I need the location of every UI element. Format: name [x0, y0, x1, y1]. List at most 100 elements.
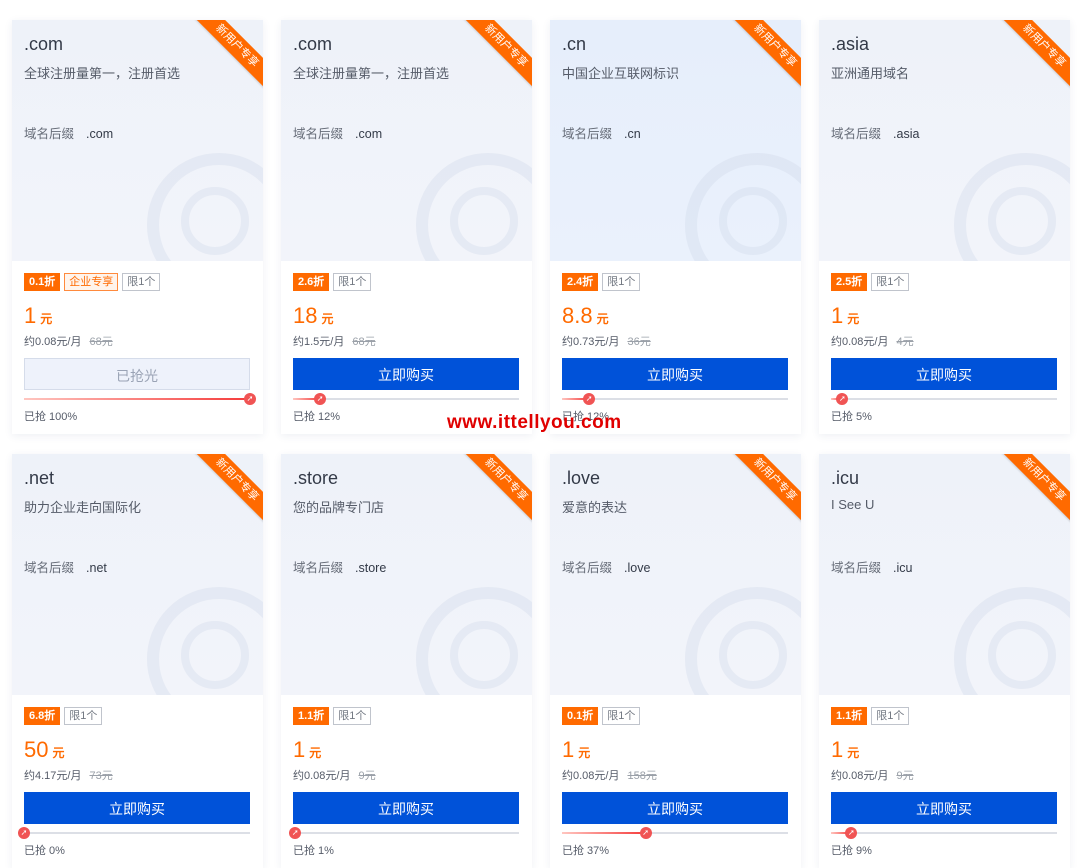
monthly-value: 约0.73元/月 — [562, 336, 620, 348]
tag-row: 6.8折 限1个 — [24, 707, 103, 725]
discount-tag: 0.1折 — [24, 273, 61, 291]
price-value: 1 — [831, 303, 844, 328]
monthly-price: 约0.08元/月 9元 — [293, 767, 376, 783]
tag-row: 1.1折 限1个 — [293, 707, 372, 725]
ribbon-label: 新用户专享 — [1001, 454, 1070, 523]
domain-description: 爱意的表达 — [562, 500, 628, 515]
domain-description: 中国企业互联网标识 — [562, 66, 680, 81]
card-header: .icu I See U 域名后缀 .icu 新用户专享 — [819, 454, 1070, 695]
original-price: 68元 — [352, 336, 376, 348]
domain-card-grid: .com 全球注册量第一，注册首选 域名后缀 .com 新用户专享 0.1折 企业专… — [12, 20, 1070, 868]
sold-progress-fill — [24, 398, 250, 400]
rocket-icon: ➚ — [583, 393, 596, 405]
domain-name: .cn — [562, 34, 587, 54]
buy-button[interactable]: 立即购买 — [24, 792, 250, 824]
suffix-value: .com — [86, 127, 114, 141]
limit-tag: 限1个 — [122, 273, 161, 291]
domain-card-icu-7: .icu I See U 域名后缀 .icu 新用户专享 1.1折 限1个 1元 约… — [819, 454, 1070, 868]
price-unit: 元 — [847, 312, 860, 326]
monthly-value: 约0.08元/月 — [831, 770, 889, 782]
suffix-value: .asia — [893, 127, 920, 141]
price: 1元 — [831, 737, 859, 763]
suffix-value: .love — [624, 561, 651, 575]
domain-description: 亚洲通用域名 — [831, 66, 910, 81]
monthly-value: 约0.08元/月 — [562, 770, 620, 782]
discount-tag: 2.5折 — [831, 273, 868, 291]
domain-description: 助力企业走向国际化 — [24, 500, 142, 515]
buy-button[interactable]: 立即购买 — [293, 358, 519, 390]
ribbon-label: 新用户专享 — [463, 20, 532, 89]
coin-watermark-icon — [685, 587, 801, 695]
limit-tag: 限1个 — [64, 707, 103, 725]
tag-row: 0.1折 企业专享 限1个 — [24, 273, 161, 291]
price-value: 1 — [831, 737, 844, 762]
discount-tag: 2.4折 — [562, 273, 599, 291]
original-price: 36元 — [627, 336, 651, 348]
limit-tag: 限1个 — [333, 273, 372, 291]
new-user-ribbon: 新用户专享 — [191, 454, 263, 526]
limit-tag: 限1个 — [602, 707, 641, 725]
price-value: 1 — [24, 303, 37, 328]
buy-button[interactable]: 立即购买 — [562, 358, 788, 390]
discount-tag: 1.1折 — [293, 707, 330, 725]
buy-button[interactable]: 立即购买 — [831, 358, 1057, 390]
price: 1元 — [562, 737, 590, 763]
monthly-price: 约1.5元/月 68元 — [293, 333, 376, 349]
domain-description: I See U — [831, 497, 875, 512]
sold-progress-bar: ➚ — [293, 393, 519, 405]
rocket-icon: ➚ — [845, 827, 858, 839]
buy-button[interactable]: 立即购买 — [293, 792, 519, 824]
sold-progress-bar: ➚ — [289, 827, 519, 839]
original-price: 158元 — [627, 770, 657, 782]
site-watermark-text: www.ittellyou.com — [447, 412, 622, 433]
monthly-price: 约0.73元/月 36元 — [562, 333, 651, 349]
original-price: 9元 — [358, 770, 376, 782]
domain-name: .store — [293, 468, 339, 488]
ribbon-label: 新用户专享 — [1001, 20, 1070, 89]
domain-suffix-row: 域名后缀 .net — [24, 557, 107, 576]
suffix-label: 域名后缀 — [562, 561, 613, 575]
price-value: 50 — [24, 737, 49, 762]
price-unit: 元 — [596, 312, 609, 326]
sold-percentage: 已抢 12% — [293, 411, 341, 423]
monthly-value: 约4.17元/月 — [24, 770, 82, 782]
new-user-ribbon: 新用户专享 — [729, 20, 801, 92]
price-value: 1 — [562, 737, 575, 762]
tag-row: 2.6折 限1个 — [293, 273, 372, 291]
tag-row: 2.4折 限1个 — [562, 273, 641, 291]
domain-card-net-4: .net 助力企业走向国际化 域名后缀 .net 新用户专享 6.8折 限1个 50… — [12, 454, 263, 868]
domain-card-com-1: .com 全球注册量第一，注册首选 域名后缀 .com 新用户专享 2.6折 限1个… — [281, 20, 532, 434]
card-header: .com 全球注册量第一，注册首选 域名后缀 .com 新用户专享 — [12, 20, 263, 261]
suffix-label: 域名后缀 — [24, 127, 75, 141]
suffix-label: 域名后缀 — [293, 561, 344, 575]
buy-button[interactable]: 立即购买 — [562, 792, 788, 824]
coin-watermark-icon — [147, 587, 263, 695]
domain-name: .net — [24, 468, 55, 488]
sold-percentage: 已抢 1% — [293, 845, 334, 857]
domain-name: .com — [293, 34, 333, 54]
price: 8.8 元 — [562, 303, 609, 329]
discount-tag: 6.8折 — [24, 707, 61, 725]
price: 1元 — [831, 303, 859, 329]
domain-suffix-row: 域名后缀 .icu — [831, 557, 912, 576]
coin-watermark-icon — [685, 153, 801, 261]
sold-percentage: 已抢 100% — [24, 411, 78, 423]
sold-progress-bar: ➚ — [562, 393, 788, 405]
buy-button[interactable]: 立即购买 — [831, 792, 1057, 824]
limit-tag: 限1个 — [602, 273, 641, 291]
domain-suffix-row: 域名后缀 .asia — [831, 123, 919, 142]
suffix-label: 域名后缀 — [293, 127, 344, 141]
coin-watermark-icon — [147, 153, 263, 261]
limit-tag: 限1个 — [871, 273, 910, 291]
original-price: 68元 — [89, 336, 113, 348]
new-user-ribbon: 新用户专享 — [729, 454, 801, 526]
rocket-icon: ➚ — [244, 393, 256, 405]
price: 18 元 — [293, 303, 334, 329]
new-user-ribbon: 新用户专享 — [460, 454, 532, 526]
domain-card-asia-3: .asia 亚洲通用域名 域名后缀 .asia 新用户专享 2.5折 限1个 1元 … — [819, 20, 1070, 434]
ribbon-label: 新用户专享 — [463, 454, 532, 523]
price-unit: 元 — [40, 312, 53, 326]
discount-tag: 2.6折 — [293, 273, 330, 291]
rocket-icon: ➚ — [639, 827, 652, 839]
discount-tag: 1.1折 — [831, 707, 868, 725]
